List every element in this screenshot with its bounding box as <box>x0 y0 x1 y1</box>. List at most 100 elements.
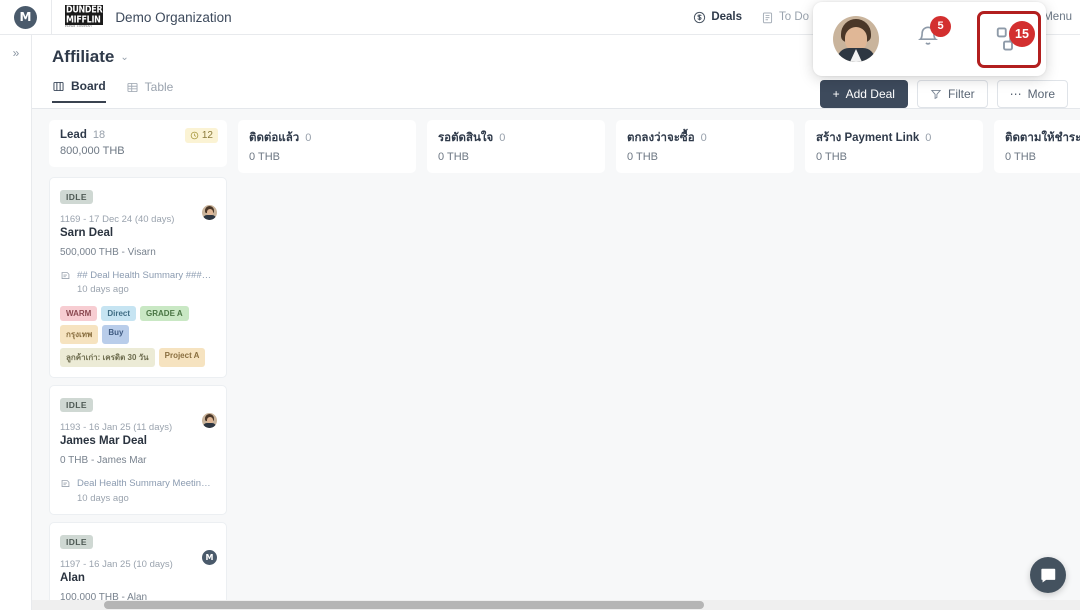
column-count: 0 <box>305 132 312 144</box>
tag[interactable]: GRADE A <box>140 306 189 322</box>
card-meta: 1197 - 16 Jan 25 (10 days) <box>60 558 173 570</box>
kanban-column-lead: Lead 18 800,000 THB 12 IDLE 1169 - 17 De… <box>49 120 227 610</box>
more-label: More <box>1027 87 1055 101</box>
view-tabs: Board Table <box>52 79 173 103</box>
card-title: Alan <box>60 571 85 584</box>
divider <box>51 0 52 35</box>
card-title: James Mar Deal <box>60 435 147 448</box>
column-title-row: ติดตามให้ชำระเงิน 0 <box>1005 129 1080 147</box>
column-title-row: ติดต่อแล้ว 0 <box>249 129 405 147</box>
ellipsis-icon: ⋯ <box>1009 87 1022 101</box>
brand-logo-icon[interactable]: M <box>14 5 37 29</box>
column-header[interactable]: Lead 18 800,000 THB 12 <box>49 120 227 167</box>
kanban-board[interactable]: Lead 18 800,000 THB 12 IDLE 1169 - 17 De… <box>32 109 1080 610</box>
tab-board[interactable]: Board <box>52 79 106 103</box>
status-badge: IDLE <box>60 398 93 413</box>
dollar-circle-icon <box>694 11 706 23</box>
card-note: Deal Health Summary Meeting Ove... 10 da… <box>60 477 216 504</box>
apps-button-highlighted[interactable]: 15 <box>977 10 1041 68</box>
kanban-columns: Lead 18 800,000 THB 12 IDLE 1169 - 17 De… <box>32 109 1080 610</box>
column-sum: 0 THB <box>249 151 280 163</box>
chevron-down-icon: ⌄ <box>120 51 129 63</box>
chat-support-button[interactable] <box>1030 557 1066 593</box>
tag[interactable]: ลูกค้าเก่า: เครดิต 30 วัน <box>60 348 155 368</box>
card-tags: WARM Direct GRADE A กรุงเทพ Buy ลูกค้าเก… <box>60 306 216 368</box>
plus-icon: + <box>832 87 840 101</box>
chat-bubble-icon <box>1040 568 1055 583</box>
dunder-mifflin-logo: DUNDER MIFFLIN PAPER COMPANY <box>65 4 104 29</box>
status-badge: IDLE <box>60 534 93 549</box>
card-meta: 1193 - 16 Jan 25 (11 days) <box>60 422 173 434</box>
column-header[interactable]: รอตัดสินใจ 0 0 THB <box>427 120 605 173</box>
column-sum: 0 THB <box>816 151 847 163</box>
column-count: 0 <box>700 132 707 144</box>
card-amount: 500,000 THB - Visarn <box>60 247 156 258</box>
notifications-button[interactable]: 5 <box>915 15 951 55</box>
menu-button[interactable]: Menu <box>1043 11 1072 23</box>
logo-line-3: PAPER COMPANY <box>65 25 93 29</box>
card-note-time: 10 days ago <box>77 284 129 296</box>
column-name: ติดต่อแล้ว <box>249 132 300 144</box>
card-avatar <box>202 205 217 220</box>
apps-badge: 15 <box>1009 20 1035 47</box>
card-note-time: 10 days ago <box>77 492 129 504</box>
tag[interactable]: Project A <box>158 348 206 368</box>
column-name: Lead <box>60 129 87 141</box>
logo-line-2: MIFFLIN <box>65 15 104 26</box>
card-title: Sarn Deal <box>60 227 114 239</box>
horizontal-scrollbar[interactable] <box>32 600 1080 610</box>
add-deal-button[interactable]: + Add Deal <box>819 80 908 108</box>
board-toolbar: + Add Deal Filter ⋯ More <box>819 80 1068 108</box>
column-header[interactable]: ติดตามให้ชำระเงิน 0 0 THB <box>994 120 1080 173</box>
more-button[interactable]: ⋯ More <box>996 80 1068 108</box>
avatar[interactable] <box>833 16 879 62</box>
kanban-column-deciding: รอตัดสินใจ 0 0 THB <box>427 120 605 610</box>
clipboard-icon <box>762 12 773 23</box>
deal-card[interactable]: IDLE M 1197 - 16 Jan 25 (10 days) Alan 1… <box>49 521 227 610</box>
column-count: 18 <box>92 129 106 141</box>
scrollbar-thumb[interactable] <box>104 601 704 609</box>
card-note-body: Deal Health Summary Meeting Ove... 10 da… <box>77 477 213 503</box>
column-name: ติดตามให้ชำระเงิน <box>1005 132 1080 144</box>
tab-table[interactable]: Table <box>126 79 173 103</box>
column-sum: 0 THB <box>438 151 469 163</box>
page-title[interactable]: Affiliate ⌄ <box>52 47 129 67</box>
card-note-text: ## Deal Health Summary ### Meeti... <box>77 270 213 281</box>
nav-item-deals[interactable]: Deals <box>693 11 742 24</box>
column-name: สร้าง Payment Link <box>816 132 920 144</box>
card-meta: 1169 - 17 Dec 24 (40 days) <box>60 214 175 225</box>
nav-item-todo[interactable]: To Do <box>761 11 809 24</box>
column-idle-badge[interactable]: 12 <box>184 128 218 143</box>
left-sidebar-rail: » <box>0 35 32 610</box>
column-count: 0 <box>925 132 932 144</box>
tag[interactable]: กรุงเทพ <box>60 325 99 345</box>
column-title-row: รอตัดสินใจ 0 <box>438 129 594 147</box>
column-header[interactable]: สร้าง Payment Link 0 0 THB <box>805 120 983 173</box>
column-header[interactable]: ติดต่อแล้ว 0 0 THB <box>238 120 416 173</box>
funnel-icon <box>930 89 942 100</box>
nav-label-deals: Deals <box>711 11 742 23</box>
nav-label-todo: To Do <box>779 11 810 23</box>
column-sum: 0 THB <box>1005 151 1036 163</box>
note-icon <box>61 272 70 279</box>
column-header[interactable]: ตกลงว่าจะซื้อ 0 0 THB <box>616 120 794 173</box>
card-note-body: ## Deal Health Summary ### Meeti... 10 d… <box>77 269 213 295</box>
tag[interactable]: Direct <box>101 306 137 322</box>
page-title-text: Affiliate <box>52 47 115 66</box>
expand-sidebar-icon[interactable]: » <box>0 46 32 60</box>
deal-card[interactable]: IDLE 1193 - 16 Jan 25 (11 days) James Ma… <box>49 385 227 515</box>
kanban-column-contacted: ติดต่อแล้ว 0 0 THB <box>238 120 416 610</box>
deal-card[interactable]: IDLE 1169 - 17 Dec 24 (40 days) Sarn Dea… <box>49 177 227 379</box>
filter-button[interactable]: Filter <box>916 80 988 108</box>
card-avatar <box>202 413 217 429</box>
clock-icon <box>190 131 199 140</box>
tag[interactable]: WARM <box>60 306 98 322</box>
board-icon <box>53 81 64 91</box>
add-deal-label: Add Deal <box>845 87 895 101</box>
column-sum: 800,000 THB <box>60 145 125 157</box>
app-root: M DUNDER MIFFLIN PAPER COMPANY Demo Orga… <box>0 0 1080 610</box>
kanban-column-agreed-to-buy: ตกลงว่าจะซื้อ 0 0 THB <box>616 120 794 610</box>
column-name: รอตัดสินใจ <box>438 132 494 144</box>
tag[interactable]: Buy <box>102 325 130 345</box>
column-badge-count: 12 <box>201 130 213 141</box>
